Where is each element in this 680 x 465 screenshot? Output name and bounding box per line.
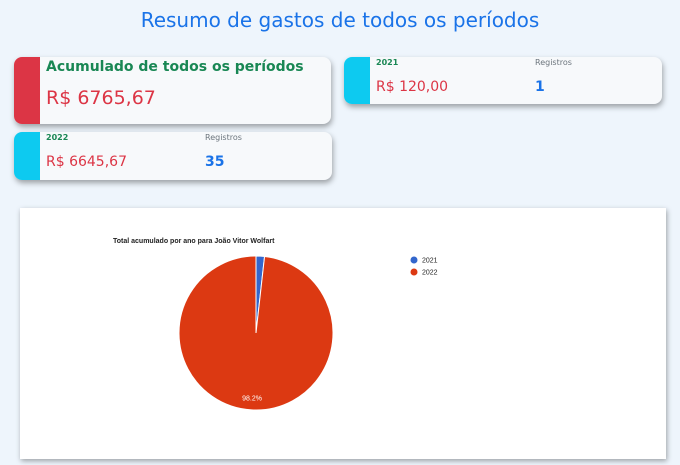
records-label: Registros bbox=[205, 133, 242, 142]
summary-title: Acumulado de todos os períodos bbox=[46, 59, 304, 75]
slice-label-2022: 98.2% bbox=[242, 396, 262, 403]
records-label: Registros bbox=[535, 58, 572, 67]
year-value: R$ 6645,67 bbox=[46, 154, 127, 170]
year-label: 2022 bbox=[46, 133, 69, 142]
chart-title: Total acumulado por ano para João Vitor … bbox=[113, 238, 275, 245]
year-card-2021: 2021 R$ 120,00 Registros 1 bbox=[344, 57, 662, 104]
records-count: 1 bbox=[535, 79, 545, 95]
legend-marker-2022 bbox=[410, 268, 418, 276]
page-title: Resumo de gastos de todos os períodos bbox=[140, 8, 540, 32]
legend-marker-2021 bbox=[410, 256, 418, 264]
legend-label-2021[interactable]: 2021 bbox=[422, 258, 438, 265]
chart-legend: 2021 2022 bbox=[410, 256, 438, 277]
card-stripe bbox=[14, 57, 40, 124]
year-label: 2021 bbox=[376, 58, 399, 67]
chart-panel: Total acumulado por ano para João Vitor … bbox=[20, 208, 666, 459]
summary-card: Acumulado de todos os períodos R$ 6765,6… bbox=[14, 57, 331, 124]
card-stripe bbox=[14, 132, 40, 180]
card-stripe bbox=[344, 57, 370, 104]
pie-slice-2022[interactable] bbox=[178, 255, 334, 411]
year-card-2022: 2022 R$ 6645,67 Registros 35 bbox=[14, 132, 332, 180]
summary-value: R$ 6765,67 bbox=[46, 87, 156, 109]
year-value: R$ 120,00 bbox=[376, 79, 449, 95]
pie-chart: Total acumulado por ano para João Vitor … bbox=[113, 238, 438, 411]
legend-label-2022[interactable]: 2022 bbox=[422, 270, 438, 277]
records-count: 35 bbox=[205, 154, 225, 170]
pie-slices: 98.2% bbox=[178, 255, 334, 411]
